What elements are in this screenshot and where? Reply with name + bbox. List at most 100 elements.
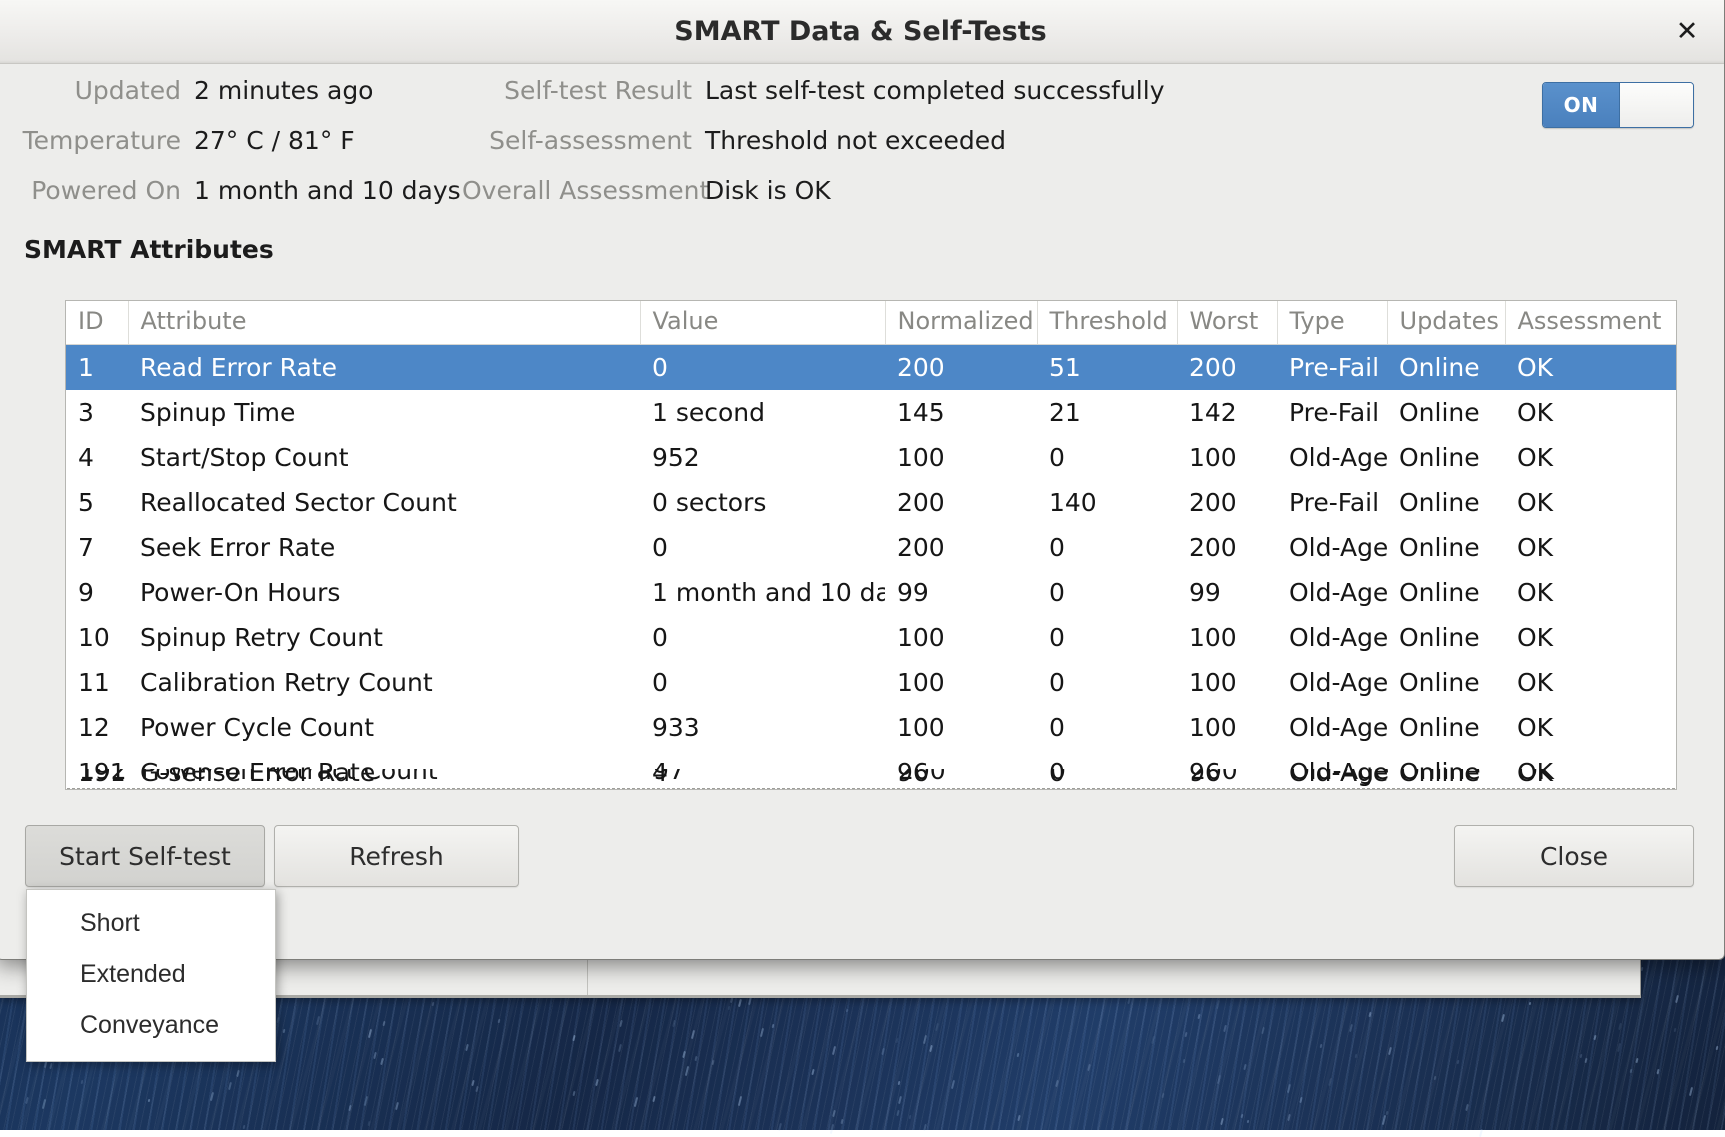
wallpaper-speck <box>951 1080 955 1089</box>
cell-type: Pre-Fail <box>1277 390 1387 435</box>
table-row-clipped[interactable]: 192 Power-off Retract Count 97 200 0 200… <box>67 769 1675 789</box>
table-row[interactable]: 12Power Cycle Count9331000100Old-AgeOnli… <box>66 705 1676 750</box>
cell-worst: 200 <box>1177 345 1277 391</box>
wallpaper-speck <box>1197 1014 1200 1019</box>
smart-attributes-table[interactable]: ID Attribute Value Normalized Threshold … <box>65 300 1677 790</box>
cell-worst: 100 <box>1177 660 1277 705</box>
wallpaper-speck <box>772 1023 775 1027</box>
smart-enabled-toggle[interactable]: ON <box>1542 82 1694 128</box>
wallpaper-speck <box>572 1035 575 1041</box>
wallpaper-speck <box>1593 1035 1596 1040</box>
table-row[interactable]: 7Seek Error Rate02000200Old-AgeOnlineOK <box>66 525 1676 570</box>
wallpaper-speck <box>727 1006 730 1010</box>
toggle-knob[interactable] <box>1619 83 1693 127</box>
column-header-id[interactable]: ID <box>66 301 128 345</box>
cell-id: 1 <box>66 345 128 391</box>
dialog-titlebar[interactable]: SMART Data & Self-Tests ✕ <box>0 0 1724 64</box>
table-header-row: ID Attribute Value Normalized Threshold … <box>66 301 1676 345</box>
smart-data-dialog: SMART Data & Self-Tests ✕ Updated2 minut… <box>0 0 1725 960</box>
table-row[interactable]: 3Spinup Time1 second14521142Pre-FailOnli… <box>66 390 1676 435</box>
cell-normalized: 100 <box>885 705 1037 750</box>
menu-item-extended[interactable]: Extended <box>27 949 275 1000</box>
cell-id: 12 <box>66 705 128 750</box>
wallpaper-speck <box>619 1020 623 1027</box>
wallpaper-speck <box>881 1048 885 1055</box>
cell-value: 933 <box>640 705 885 750</box>
wallpaper-speck <box>712 1059 715 1064</box>
table-row[interactable]: 5Reallocated Sector Count0 sectors200140… <box>66 480 1676 525</box>
cell-id: 11 <box>66 660 128 705</box>
self-test-type-menu[interactable]: Short Extended Conveyance <box>26 889 276 1062</box>
wallpaper-speck <box>1617 1043 1621 1052</box>
menu-item-conveyance[interactable]: Conveyance <box>27 1000 275 1051</box>
cell-attribute: Spinup Retry Count <box>128 615 640 660</box>
summary-row-selftest-result: Self-test ResultLast self-test completed… <box>462 66 1165 116</box>
wallpaper-speck <box>348 1105 351 1111</box>
column-header-value[interactable]: Value <box>640 301 885 345</box>
cell-id: 5 <box>66 480 128 525</box>
cell-id: 7 <box>66 525 128 570</box>
summary-value-overall-assessment: Disk is OK <box>705 166 831 216</box>
table-row[interactable]: 4Start/Stop Count9521000100Old-AgeOnline… <box>66 435 1676 480</box>
cell-threshold: 0 <box>1038 769 1178 789</box>
column-header-type[interactable]: Type <box>1277 301 1387 345</box>
refresh-button[interactable]: Refresh <box>274 825 519 887</box>
wallpaper-speck <box>368 1120 371 1125</box>
summary-row-overall-assessment: Overall AssessmentDisk is OK <box>462 166 831 216</box>
table-row[interactable]: 10Spinup Retry Count01000100Old-AgeOnlin… <box>66 615 1676 660</box>
cell-worst: 100 <box>1177 435 1277 480</box>
cell-type: Old-Age <box>1277 570 1387 615</box>
summary-label-temperature: Temperature <box>1 116 181 166</box>
column-header-worst[interactable]: Worst <box>1177 301 1277 345</box>
cell-updates: Online <box>1387 435 1505 480</box>
cell-worst: 142 <box>1177 390 1277 435</box>
wallpaper-speck <box>148 1099 151 1102</box>
wallpaper-speck <box>1465 1104 1469 1111</box>
summary-value-temperature: 27° C / 81° F <box>194 116 355 166</box>
wallpaper-speck <box>1675 995 1679 1003</box>
cell-updates: Online <box>1387 705 1505 750</box>
wallpaper-speck <box>1329 1078 1333 1086</box>
wallpaper-speck <box>1386 1110 1389 1114</box>
cell-assessment: OK <box>1505 390 1676 435</box>
close-button[interactable]: Close <box>1454 825 1694 887</box>
smart-attributes-heading: SMART Attributes <box>24 235 274 264</box>
cell-updates: Online <box>1387 615 1505 660</box>
cell-assessment: OK <box>1506 769 1675 789</box>
cell-normalized: 100 <box>885 435 1037 480</box>
menu-item-short[interactable]: Short <box>27 898 275 949</box>
table-row[interactable]: 9Power-On Hours1 month and 10 days99099O… <box>66 570 1676 615</box>
close-icon[interactable]: ✕ <box>1672 17 1702 47</box>
cell-threshold: 0 <box>1037 435 1177 480</box>
wallpaper-speck <box>50 1063 53 1069</box>
cell-type: Pre-Fail <box>1277 345 1387 391</box>
summary-label-self-assessment: Self-assessment <box>462 116 692 166</box>
wallpaper-speck <box>1216 1000 1220 1009</box>
column-header-updates[interactable]: Updates <box>1387 301 1505 345</box>
cell-threshold: 21 <box>1037 390 1177 435</box>
cell-threshold: 140 <box>1037 480 1177 525</box>
start-self-test-button[interactable]: Start Self-test <box>25 825 265 887</box>
table-row[interactable]: 1Read Error Rate020051200Pre-FailOnlineO… <box>66 345 1676 391</box>
wallpaper-speck <box>1584 1058 1587 1063</box>
table-row[interactable]: 11Calibration Retry Count01000100Old-Age… <box>66 660 1676 705</box>
wallpaper-speck <box>1689 1087 1693 1096</box>
wallpaper-speck <box>1261 1027 1265 1034</box>
wallpaper-speck <box>694 1056 697 1061</box>
cell-value: 0 sectors <box>640 480 885 525</box>
cell-threshold: 0 <box>1037 615 1177 660</box>
wallpaper-speck <box>283 1028 286 1032</box>
column-header-threshold[interactable]: Threshold <box>1037 301 1177 345</box>
wallpaper-speck <box>652 1096 655 1102</box>
cell-id: 3 <box>66 390 128 435</box>
wallpaper-speck <box>1240 1113 1243 1117</box>
wallpaper-speck <box>1088 1064 1092 1071</box>
cell-assessment: OK <box>1505 345 1676 391</box>
wallpaper-speck <box>1287 1114 1291 1121</box>
column-header-assessment[interactable]: Assessment <box>1505 301 1676 345</box>
cell-attribute: Power-On Hours <box>128 570 640 615</box>
column-header-normalized[interactable]: Normalized <box>885 301 1037 345</box>
column-header-attribute[interactable]: Attribute <box>128 301 640 345</box>
wallpaper-speck <box>811 1068 814 1074</box>
cell-normalized: 200 <box>885 525 1037 570</box>
